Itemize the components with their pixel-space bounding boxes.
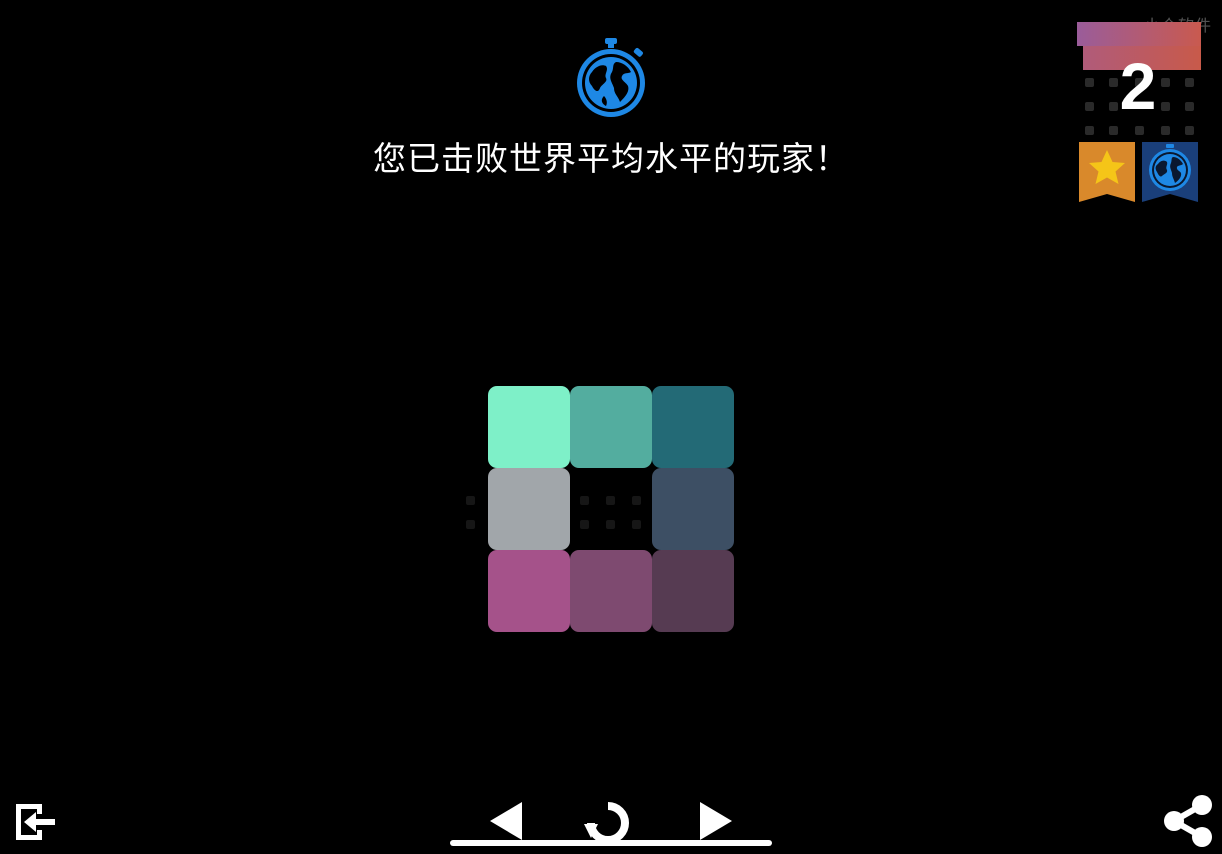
color-tile-r1c2[interactable] <box>652 468 734 550</box>
level-badge: 2 <box>1077 22 1201 142</box>
home-indicator <box>450 840 772 846</box>
result-message: 您已击败世界平均水平的玩家！ <box>373 139 849 178</box>
stopwatch-globe-icon <box>577 38 645 117</box>
triangle-left-icon[interactable] <box>488 800 524 842</box>
color-tile-r0c1[interactable] <box>570 386 652 468</box>
star-icon <box>1079 142 1135 202</box>
level-number: 2 <box>1119 49 1157 123</box>
restart-icon[interactable] <box>582 798 634 846</box>
color-tile-r2c0[interactable] <box>488 550 570 632</box>
exit-icon[interactable] <box>12 800 58 844</box>
color-tile-r0c2[interactable] <box>652 386 734 468</box>
game-screen: 小众软件 您已击败世界平均水平的玩家！ <box>0 0 1222 854</box>
color-tile-r0c0[interactable] <box>488 386 570 468</box>
share-icon[interactable] <box>1160 794 1216 848</box>
globe-ribbon-icon <box>1142 142 1198 202</box>
triangle-right-icon[interactable] <box>698 800 734 842</box>
level-color-bar <box>1077 22 1201 46</box>
puzzle-board <box>466 386 734 632</box>
color-tile-r2c2[interactable] <box>652 550 734 632</box>
color-tile-r2c1[interactable] <box>570 550 652 632</box>
color-tile-r1c0[interactable] <box>488 468 570 550</box>
